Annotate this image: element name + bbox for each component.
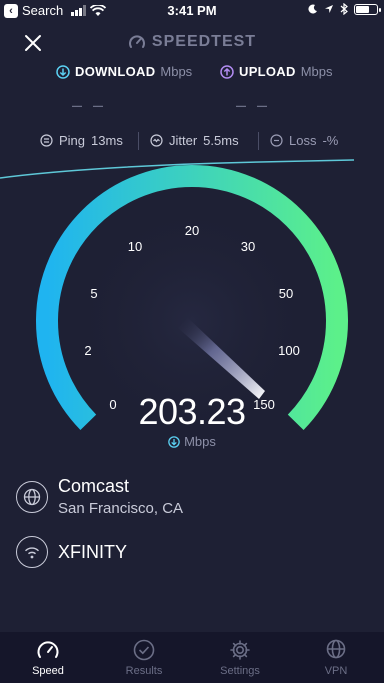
gauge-unit-label: Mbps	[184, 434, 216, 449]
tab-label: Speed	[32, 664, 64, 677]
isp-name: Comcast	[58, 476, 130, 496]
gauge-speed-value: 203.23	[138, 391, 246, 432]
isp-info[interactable]: Comcast San Francisco, CA	[16, 476, 183, 517]
gauge-tick: 2	[84, 343, 91, 358]
wifi-icon	[16, 536, 48, 568]
gauge-tick: 10	[128, 239, 142, 254]
wifi-network-name: XFINITY	[58, 541, 128, 562]
tab-settings[interactable]: Settings	[200, 639, 280, 677]
speed-gauge: 0 2 5 10 20 30 50 100 150	[0, 159, 355, 449]
network-info[interactable]: XFINITY	[16, 536, 127, 568]
gauge-tick: 100	[278, 343, 300, 358]
tab-label: Settings	[220, 664, 260, 677]
tab-bar: Speed Results Settings VPN	[0, 632, 384, 683]
speedometer-icon	[37, 640, 59, 658]
gauge-unit: Mbps	[0, 434, 384, 449]
checkmark-circle-icon	[133, 639, 155, 660]
tab-label: Results	[125, 664, 163, 677]
globe-icon	[16, 480, 48, 513]
gauge-tick: 50	[279, 286, 293, 301]
tab-vpn[interactable]: VPN	[296, 639, 376, 677]
download-arrow-icon	[168, 435, 180, 448]
tab-label: VPN	[324, 664, 348, 677]
gauge-tick: 30	[241, 239, 255, 254]
isp-location: San Francisco, CA	[58, 500, 184, 517]
gauge-tick: 5	[90, 286, 97, 301]
tab-speed[interactable]: Speed	[8, 639, 88, 677]
gauge-tick: 20	[185, 223, 199, 238]
gear-icon	[230, 639, 250, 660]
tab-results[interactable]: Results	[104, 639, 184, 677]
globe-lock-icon	[326, 639, 346, 658]
